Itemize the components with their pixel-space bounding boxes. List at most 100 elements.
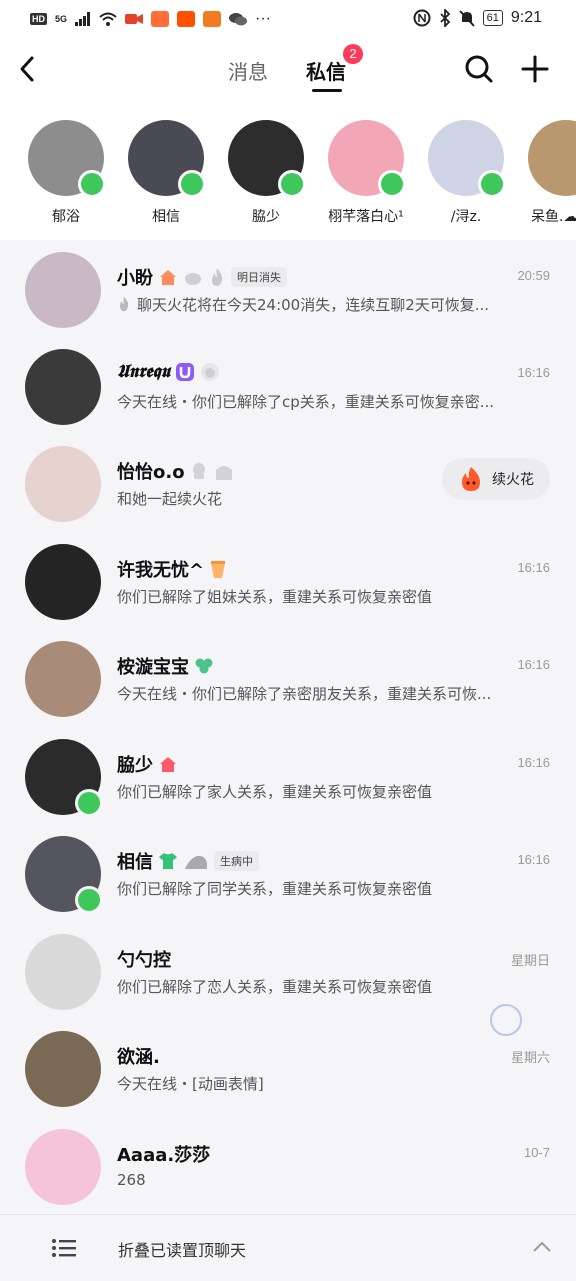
folded-chats-label: 折叠已读置顶聊天 bbox=[118, 1241, 247, 1260]
sprite-icon bbox=[200, 362, 219, 381]
story-contact[interactable]: 栩芊落白心¹ bbox=[321, 120, 411, 226]
bluetooth-icon bbox=[439, 9, 450, 27]
signal-icon bbox=[75, 12, 91, 26]
chat-row[interactable]: 脇少 你们已解除了家人关系，重建关系可恢复亲密值 16:16 bbox=[0, 727, 576, 824]
last-message: 你们已解除了姐妹关系，重建关系可恢复亲密值 bbox=[117, 588, 433, 606]
flame-icon bbox=[120, 297, 129, 311]
mute-icon bbox=[458, 10, 475, 27]
story-name: 呆鱼.☁ bbox=[531, 209, 576, 225]
avatar bbox=[25, 446, 101, 522]
drink-icon bbox=[211, 561, 226, 578]
continue-spark-label: 续火花 bbox=[492, 472, 534, 488]
avatar bbox=[128, 120, 206, 198]
house-icon bbox=[160, 270, 176, 285]
chat-row[interactable]: 许我无忧^ 你们已解除了姐妹关系，重建关系可恢复亲密值 16:16 bbox=[0, 532, 576, 629]
last-message-text: 聊天火花将在今天24:00消失，连续互聊2天可恢复... bbox=[137, 296, 490, 314]
chat-row[interactable]: 怡怡o.o 和她一起续火花 续火花 bbox=[0, 434, 576, 531]
status-tag: 明日消失 bbox=[231, 267, 287, 287]
story-contact[interactable]: /浔z. bbox=[421, 120, 511, 226]
status-left: HD 5G ··· bbox=[30, 10, 271, 28]
chat-name: 勺勺控 bbox=[117, 946, 171, 972]
network-badge: HD bbox=[30, 13, 47, 25]
contact-name: 许我无忧^ bbox=[117, 560, 205, 581]
chat-time: 16:16 bbox=[517, 365, 550, 380]
loading-spinner bbox=[490, 1004, 522, 1036]
chat-row[interactable]: 桉漩宝宝 今天在线・你们已解除了亲密朋友关系，重建关系可恢... 16:16 bbox=[0, 629, 576, 726]
chat-name: 相信 生病中 bbox=[117, 848, 259, 874]
continue-spark-button[interactable]: 续火花 bbox=[442, 458, 550, 500]
chat-name: 小盼 明日消失 bbox=[117, 264, 287, 290]
last-message: 聊天火花将在今天24:00消失，连续互聊2天可恢复... bbox=[117, 294, 537, 315]
folded-chats-bar[interactable]: 折叠已读置顶聊天 bbox=[0, 1214, 576, 1281]
last-message: 你们已解除了恋人关系，重建关系可恢复亲密值 bbox=[117, 978, 433, 996]
wechat-icon bbox=[229, 13, 248, 26]
tab-direct-messages[interactable]: 私信 bbox=[306, 56, 346, 85]
status-tag: 生病中 bbox=[214, 851, 259, 871]
contact-name: Aaaa.莎莎 bbox=[117, 1145, 211, 1166]
magnet-icon bbox=[175, 362, 194, 381]
chat-name: 许我无忧^ bbox=[117, 556, 227, 582]
chat-row[interactable]: 小盼 明日消失 聊天火花将在今天24:00消失，连续互聊2天可恢复... 20:… bbox=[0, 240, 576, 337]
online-indicator bbox=[378, 170, 406, 198]
story-name: 郁浴 bbox=[52, 209, 80, 225]
online-indicator bbox=[75, 886, 103, 914]
story-contact[interactable]: 脇少 bbox=[221, 120, 311, 226]
chevron-up-icon[interactable] bbox=[532, 1241, 552, 1253]
online-indicator bbox=[75, 789, 103, 817]
sprite-icon bbox=[185, 273, 201, 285]
story-name: 脇少 bbox=[252, 209, 280, 225]
flame-icon bbox=[212, 268, 223, 286]
chat-row[interactable]: 相信 生病中 你们已解除了同学关系，重建关系可恢复亲密值 16:16 bbox=[0, 824, 576, 921]
avatar bbox=[328, 120, 406, 198]
active-tab-indicator bbox=[312, 89, 342, 92]
last-message: 你们已解除了同学关系，重建关系可恢复亲密值 bbox=[117, 880, 433, 898]
chat-row[interactable]: 欲涵. 今天在线・[动画表情] 星期六 bbox=[0, 1019, 576, 1116]
story-contact[interactable]: 相信 bbox=[121, 120, 211, 226]
snail-icon bbox=[185, 855, 207, 869]
taobao-icon bbox=[177, 11, 196, 27]
network-gen: 5G bbox=[55, 14, 68, 24]
avatar bbox=[528, 120, 576, 196]
frequent-contacts-strip: 郁浴 相信 脇少 栩芊落白心¹ /浔z. 呆鱼.☁ bbox=[0, 102, 576, 240]
chat-time: 16:16 bbox=[517, 755, 550, 770]
top-nav: 消息 私信 2 bbox=[0, 40, 576, 102]
search-icon[interactable] bbox=[464, 54, 494, 84]
contact-name: 怡怡o.o bbox=[117, 462, 185, 483]
chat-name: 欲涵. bbox=[117, 1043, 160, 1069]
clover-icon bbox=[195, 658, 213, 674]
contact-name: 相信 bbox=[117, 852, 153, 873]
chat-row[interactable]: 勺勺控 你们已解除了恋人关系，重建关系可恢复亲密值 星期日 bbox=[0, 922, 576, 1019]
story-contact[interactable]: 呆鱼.☁ bbox=[521, 120, 576, 226]
avatar bbox=[25, 1031, 101, 1107]
chat-name: 𝖀𝖓𝖗𝖊𝖖𝖚 bbox=[117, 361, 220, 382]
story-contact[interactable]: 郁浴 bbox=[21, 120, 111, 226]
battery-indicator: 61 bbox=[482, 10, 503, 26]
tomb-icon bbox=[215, 466, 232, 480]
online-indicator bbox=[278, 170, 306, 198]
avatar bbox=[25, 934, 101, 1010]
last-message: 今天在线・你们已解除了cp关系，重建关系可恢复亲密... bbox=[117, 393, 495, 411]
story-name: /浔z. bbox=[450, 209, 482, 225]
wifi-icon bbox=[99, 12, 117, 26]
sprite-icon bbox=[192, 463, 205, 479]
house-icon bbox=[160, 757, 176, 772]
online-indicator bbox=[478, 170, 506, 198]
chat-row[interactable]: 𝖀𝖓𝖗𝖊𝖖𝖚 今天在线・你们已解除了cp关系，重建关系可恢复亲密... 16:1… bbox=[0, 337, 576, 434]
nfc-icon bbox=[413, 9, 431, 27]
plus-icon[interactable] bbox=[520, 54, 550, 84]
chat-name: Aaaa.莎莎 bbox=[117, 1141, 210, 1167]
chat-time: 星期日 bbox=[510, 953, 550, 968]
tab-messages[interactable]: 消息 bbox=[228, 56, 268, 85]
chat-row[interactable]: Aaaa.莎莎 268 10-7 bbox=[0, 1117, 576, 1214]
contact-name: 脇少 bbox=[117, 755, 153, 776]
back-icon[interactable] bbox=[14, 54, 42, 84]
online-indicator bbox=[178, 170, 206, 198]
story-name: 栩芊落白心¹ bbox=[328, 209, 404, 225]
avatar bbox=[428, 120, 506, 198]
chat-time: 10-7 bbox=[523, 1145, 550, 1160]
chat-time: 16:16 bbox=[517, 852, 550, 867]
unread-badge: 2 bbox=[343, 44, 363, 64]
video-icon bbox=[125, 14, 144, 24]
chat-time: 16:16 bbox=[517, 657, 550, 672]
avatar bbox=[228, 120, 306, 198]
